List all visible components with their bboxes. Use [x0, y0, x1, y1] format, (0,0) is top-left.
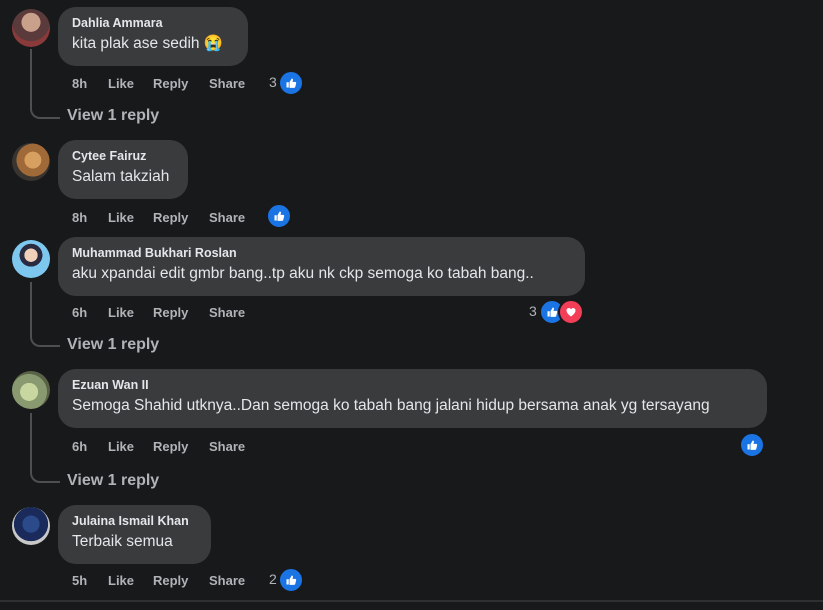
view-replies-link[interactable]: View 1 reply — [67, 107, 159, 125]
like-icon — [278, 70, 304, 96]
comment-author[interactable]: Muhammad Bukhari Roslan — [72, 246, 571, 261]
reply-thread-line — [30, 282, 60, 347]
comment-text: Terbaik semua — [72, 533, 173, 550]
comment-author[interactable]: Ezuan Wan II — [72, 378, 753, 393]
like-button[interactable]: Like — [108, 439, 134, 454]
reaction-summary[interactable] — [256, 203, 296, 229]
avatar[interactable] — [12, 240, 50, 278]
like-button[interactable]: Like — [108, 210, 134, 225]
comment-text: Salam takziah — [72, 168, 170, 185]
reply-button[interactable]: Reply — [153, 76, 188, 91]
comment-text: Semoga Shahid utknya..Dan semoga ko taba… — [72, 397, 710, 414]
comment-author[interactable]: Julaina Ismail Khan — [72, 514, 197, 529]
view-replies-link[interactable]: View 1 reply — [67, 472, 159, 490]
reaction-summary[interactable]: 3 — [268, 70, 308, 96]
share-button[interactable]: Share — [209, 305, 245, 320]
view-replies-link[interactable]: View 1 reply — [67, 336, 159, 354]
share-button[interactable]: Share — [209, 210, 245, 225]
comment-author[interactable]: Dahlia Ammara — [72, 16, 234, 31]
reply-thread-line — [30, 413, 60, 483]
reaction-count: 2 — [269, 571, 277, 587]
comment-text: aku xpandai edit gmbr bang..tp aku nk ck… — [72, 265, 534, 282]
comment-author[interactable]: Cytee Fairuz — [72, 149, 174, 164]
reply-button[interactable]: Reply — [153, 305, 188, 320]
comment-bubble: Ezuan Wan II Semoga Shahid utknya..Dan s… — [58, 369, 767, 428]
share-button[interactable]: Share — [209, 76, 245, 91]
like-icon — [739, 432, 765, 458]
heart-icon — [558, 299, 584, 325]
like-button[interactable]: Like — [108, 76, 134, 91]
like-icon — [278, 567, 304, 593]
comment-bubble: Muhammad Bukhari Roslan aku xpandai edit… — [58, 237, 585, 296]
reply-button[interactable]: Reply — [153, 573, 188, 588]
like-button[interactable]: Like — [108, 573, 134, 588]
share-button[interactable]: Share — [209, 439, 245, 454]
avatar[interactable] — [12, 371, 50, 409]
comment-time[interactable]: 6h — [72, 439, 87, 454]
comment-bubble: Dahlia Ammara kita plak ase sedih 😭 — [58, 7, 248, 66]
like-icon — [266, 203, 292, 229]
comment-bubble: Cytee Fairuz Salam takziah — [58, 140, 188, 199]
reply-button[interactable]: Reply — [153, 439, 188, 454]
comment-text: kita plak ase sedih 😭 — [72, 35, 224, 52]
divider — [0, 600, 823, 602]
comment-bubble: Julaina Ismail Khan Terbaik semua — [58, 505, 211, 564]
avatar[interactable] — [12, 507, 50, 545]
reaction-count: 3 — [529, 303, 537, 319]
avatar[interactable] — [12, 9, 50, 47]
reaction-count: 3 — [269, 74, 277, 90]
reply-button[interactable]: Reply — [153, 210, 188, 225]
comment-time[interactable]: 5h — [72, 573, 87, 588]
reaction-summary[interactable] — [730, 432, 770, 458]
like-button[interactable]: Like — [108, 305, 134, 320]
comment-time[interactable]: 8h — [72, 76, 87, 91]
comment-time[interactable]: 8h — [72, 210, 87, 225]
reaction-summary[interactable]: 2 — [269, 567, 309, 593]
comment-time[interactable]: 6h — [72, 305, 87, 320]
reply-thread-line — [30, 49, 60, 119]
share-button[interactable]: Share — [209, 573, 245, 588]
reaction-summary[interactable]: 3 — [529, 299, 585, 325]
avatar[interactable] — [12, 143, 50, 181]
